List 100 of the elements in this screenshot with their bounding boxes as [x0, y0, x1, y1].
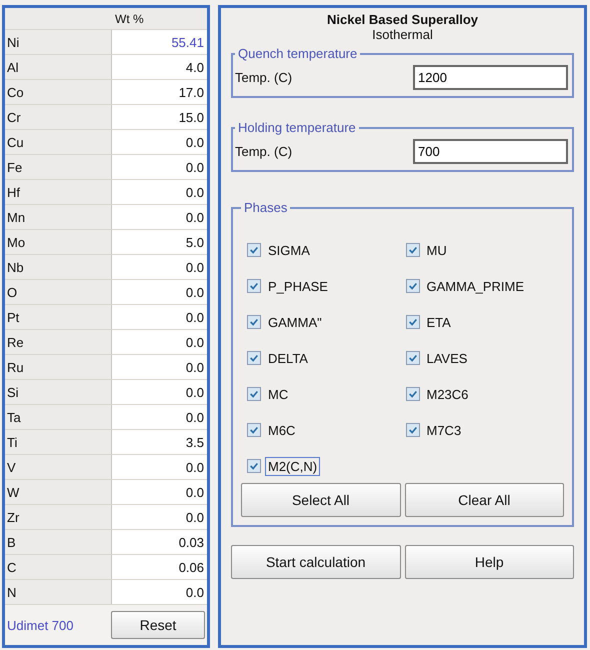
checkbox[interactable]: [247, 315, 261, 329]
phase-label[interactable]: P_PHASE: [265, 276, 331, 296]
checkbox[interactable]: [406, 423, 420, 437]
value-cell[interactable]: 0.0: [112, 455, 207, 479]
checkmark-icon: [408, 245, 418, 255]
value-cell[interactable]: 0.0: [112, 180, 207, 204]
value-cell[interactable]: 0.0: [112, 255, 207, 279]
phase-label[interactable]: MU: [424, 240, 450, 260]
element-label: Re: [5, 330, 112, 354]
phase-button[interactable]: Select All: [241, 483, 400, 517]
phase-label[interactable]: GAMMA_PRIME: [424, 276, 528, 296]
phase-label[interactable]: ETA: [424, 312, 454, 332]
value-cell[interactable]: 0.0: [112, 505, 207, 529]
value-cell[interactable]: 5.0: [112, 230, 207, 254]
element-label: Ni: [5, 30, 112, 54]
value-cell[interactable]: 0.0: [112, 355, 207, 379]
value-cell[interactable]: 55.41: [112, 30, 207, 54]
element-label: B: [5, 530, 112, 554]
phase-label[interactable]: M23C6: [424, 384, 472, 404]
element-label: W: [5, 480, 112, 504]
checkmark-icon: [249, 461, 259, 471]
value-cell[interactable]: 0.0: [112, 280, 207, 304]
element-label: Co: [5, 80, 112, 104]
value-cell[interactable]: 15.0: [112, 105, 207, 129]
element-label: Si: [5, 380, 112, 404]
temperature-field[interactable]: 700: [413, 139, 568, 164]
checkmark-icon: [249, 245, 259, 255]
element-label: Al: [5, 55, 112, 79]
phase-label[interactable]: M7C3: [424, 420, 464, 440]
element-label: Mo: [5, 230, 112, 254]
element-label: Ru: [5, 355, 112, 379]
value-cell[interactable]: 0.0: [112, 205, 207, 229]
temperature-label: Temp. (C): [235, 144, 292, 159]
value-cell[interactable]: 0.0: [112, 580, 207, 604]
checkmark-icon: [408, 317, 418, 327]
alloy-name: Udimet 700: [7, 618, 74, 632]
checkmark-icon: [249, 353, 259, 363]
action-button[interactable]: Start calculation: [231, 545, 400, 579]
temperature-label: Temp. (C): [235, 70, 292, 85]
checkmark-icon: [249, 281, 259, 291]
panel-subtitle: Isothermal: [372, 27, 433, 42]
panel-title: Nickel Based Superalloy: [326, 12, 478, 27]
phase-button[interactable]: Clear All: [404, 483, 564, 517]
element-label: Ti: [5, 430, 112, 454]
value-cell[interactable]: 0.0: [112, 305, 207, 329]
phase-label[interactable]: M2(C,N): [265, 456, 320, 476]
element-label: V: [5, 455, 112, 479]
element-label: Nb: [5, 255, 112, 279]
value-cell[interactable]: 0.06: [112, 555, 207, 579]
element-label: Mn: [5, 205, 112, 229]
element-label: Pt: [5, 305, 112, 329]
column-header: Wt %: [115, 12, 144, 26]
checkmark-icon: [408, 353, 418, 363]
element-label: Zr: [5, 505, 112, 529]
phase-label[interactable]: GAMMA": [265, 312, 325, 332]
phase-label[interactable]: M6C: [265, 420, 298, 440]
value-cell[interactable]: 0.0: [112, 155, 207, 179]
element-label: Cu: [5, 130, 112, 154]
group-legend: Quench temperature: [235, 46, 360, 61]
checkbox[interactable]: [406, 243, 420, 257]
value-cell[interactable]: 17.0: [112, 80, 207, 104]
checkbox[interactable]: [406, 279, 420, 293]
checkmark-icon: [408, 425, 418, 435]
checkbox[interactable]: [406, 351, 420, 365]
temperature-field[interactable]: 1200: [413, 65, 568, 90]
group-legend: Holding temperature: [235, 120, 359, 135]
value-cell[interactable]: 3.5: [112, 430, 207, 454]
value-cell[interactable]: 0.0: [112, 405, 207, 429]
reset-button[interactable]: Reset: [111, 611, 205, 639]
value-cell[interactable]: 0.03: [112, 530, 207, 554]
phase-label[interactable]: SIGMA: [265, 240, 313, 260]
checkbox[interactable]: [247, 279, 261, 293]
checkbox[interactable]: [406, 387, 420, 401]
checkbox[interactable]: [247, 387, 261, 401]
checkmark-icon: [249, 425, 259, 435]
element-label: Ta: [5, 405, 112, 429]
element-label: C: [5, 555, 112, 579]
element-label: Hf: [5, 180, 112, 204]
phase-label[interactable]: DELTA: [265, 348, 311, 368]
value-cell[interactable]: 0.0: [112, 330, 207, 354]
checkmark-icon: [408, 281, 418, 291]
element-label: Cr: [5, 105, 112, 129]
checkbox[interactable]: [247, 243, 261, 257]
phase-label[interactable]: MC: [265, 384, 292, 404]
element-label: O: [5, 280, 112, 304]
checkmark-icon: [249, 389, 259, 399]
phase-label[interactable]: LAVES: [424, 348, 470, 368]
checkbox[interactable]: [247, 351, 261, 365]
group-legend: Phases: [241, 200, 290, 215]
value-cell[interactable]: 0.0: [112, 480, 207, 504]
value-cell[interactable]: 0.0: [112, 380, 207, 404]
element-label: N: [5, 580, 112, 604]
value-cell[interactable]: 4.0: [112, 55, 207, 79]
element-label: Fe: [5, 155, 112, 179]
checkbox[interactable]: [406, 315, 420, 329]
checkmark-icon: [408, 389, 418, 399]
checkbox[interactable]: [247, 423, 261, 437]
value-cell[interactable]: 0.0: [112, 130, 207, 154]
action-button[interactable]: Help: [404, 545, 574, 579]
checkbox[interactable]: [247, 459, 261, 473]
